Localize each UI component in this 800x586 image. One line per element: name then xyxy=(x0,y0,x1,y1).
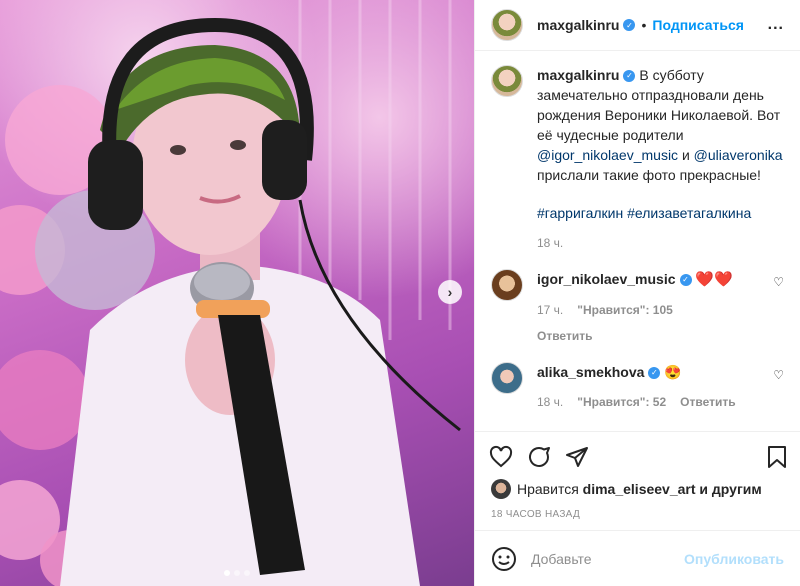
comment-time: 17 ч. xyxy=(537,303,564,317)
verified-badge-icon: ✓ xyxy=(679,274,692,287)
comment-text: ❤️❤️ xyxy=(695,271,733,288)
paper-plane-icon[interactable] xyxy=(565,445,589,469)
mention-link[interactable]: @uliaveronika xyxy=(694,147,783,163)
post-photo: › xyxy=(0,0,474,586)
carousel-dot xyxy=(244,570,250,576)
hashtag-link[interactable]: #елизаветагалкина xyxy=(627,205,751,221)
comment-likes[interactable]: "Нравится": 52 xyxy=(577,392,666,412)
comment-item: alika_smekhova ✓ 😍 18 ч. "Нравится": 52 О… xyxy=(491,362,784,412)
mention-link[interactable]: @igor_nikolaev_music xyxy=(537,147,678,163)
comment-time: 18 ч. xyxy=(537,395,564,409)
commenter-avatar[interactable] xyxy=(491,269,523,301)
author-avatar[interactable] xyxy=(491,65,523,97)
comment-input[interactable]: Добавьте xyxy=(531,551,670,567)
add-comment-bar: Добавьте Опубликовать xyxy=(475,530,800,586)
caption-text-end: прислали такие фото прекрасные! xyxy=(537,167,761,183)
chevron-right-icon: › xyxy=(447,284,453,300)
comment-likes[interactable]: "Нравится": 105 xyxy=(577,300,673,320)
heart-outline-icon[interactable]: ♡ xyxy=(773,368,784,382)
verified-badge-icon: ✓ xyxy=(648,367,661,380)
comment-bubble-icon[interactable] xyxy=(527,445,551,469)
liker-username[interactable]: dima_eliseev_art xyxy=(583,481,696,497)
liker-avatar[interactable] xyxy=(491,479,511,499)
caption-time: 18 ч. xyxy=(537,236,564,250)
verified-badge-icon: ✓ xyxy=(623,19,636,31)
post-timestamp[interactable]: 18 ЧАСОВ НАЗАД xyxy=(475,503,800,530)
comments-list[interactable]: maxgalkinru ✓ В субботу замечательно отпр… xyxy=(475,51,800,431)
header-separator: • xyxy=(641,17,647,33)
likes-summary: Нравится dima_eliseev_art и другим xyxy=(475,475,800,503)
hashtag-link[interactable]: #гарригалкин xyxy=(537,205,623,221)
author-username[interactable]: maxgalkinru xyxy=(537,17,619,33)
action-bar xyxy=(475,431,800,475)
carousel-dot xyxy=(234,570,240,576)
reply-button[interactable]: Ответить xyxy=(537,326,784,346)
caption: maxgalkinru ✓ В субботу замечательно отпр… xyxy=(491,65,784,253)
carousel-dot xyxy=(224,570,230,576)
caption-username[interactable]: maxgalkinru xyxy=(537,67,619,83)
comment-text: 😍 xyxy=(664,364,682,380)
commenter-avatar[interactable] xyxy=(491,362,523,394)
instagram-post: › maxgalkinru ✓ • Подписаться ... maxgal… xyxy=(0,0,800,586)
more-options-button[interactable]: ... xyxy=(768,16,784,34)
photo-illustration xyxy=(0,0,461,586)
follow-button[interactable]: Подписаться xyxy=(652,17,744,33)
post-sidebar: maxgalkinru ✓ • Подписаться ... maxgalki… xyxy=(474,0,800,586)
reply-button[interactable]: Ответить xyxy=(680,392,735,412)
publish-button[interactable]: Опубликовать xyxy=(684,551,784,567)
commenter-username[interactable]: igor_nikolaev_music xyxy=(537,271,676,287)
post-header: maxgalkinru ✓ • Подписаться ... xyxy=(475,0,800,51)
heart-outline-icon[interactable]: ♡ xyxy=(773,275,784,289)
heart-outline-icon[interactable] xyxy=(489,445,513,469)
comment-item: igor_nikolaev_music ✓ ❤️❤️ 17 ч. "Нравитс… xyxy=(491,269,784,346)
commenter-username[interactable]: alika_smekhova xyxy=(537,364,644,380)
likes-prefix: Нравится xyxy=(517,481,579,497)
verified-badge-icon: ✓ xyxy=(623,70,636,83)
bookmark-icon[interactable] xyxy=(766,445,788,469)
next-photo-button[interactable]: › xyxy=(438,280,462,304)
caption-and: и xyxy=(678,147,694,163)
carousel-indicator xyxy=(0,570,474,576)
author-avatar[interactable] xyxy=(491,9,523,41)
smiley-icon[interactable] xyxy=(491,546,517,572)
likes-others-link[interactable]: и другим xyxy=(699,481,761,497)
